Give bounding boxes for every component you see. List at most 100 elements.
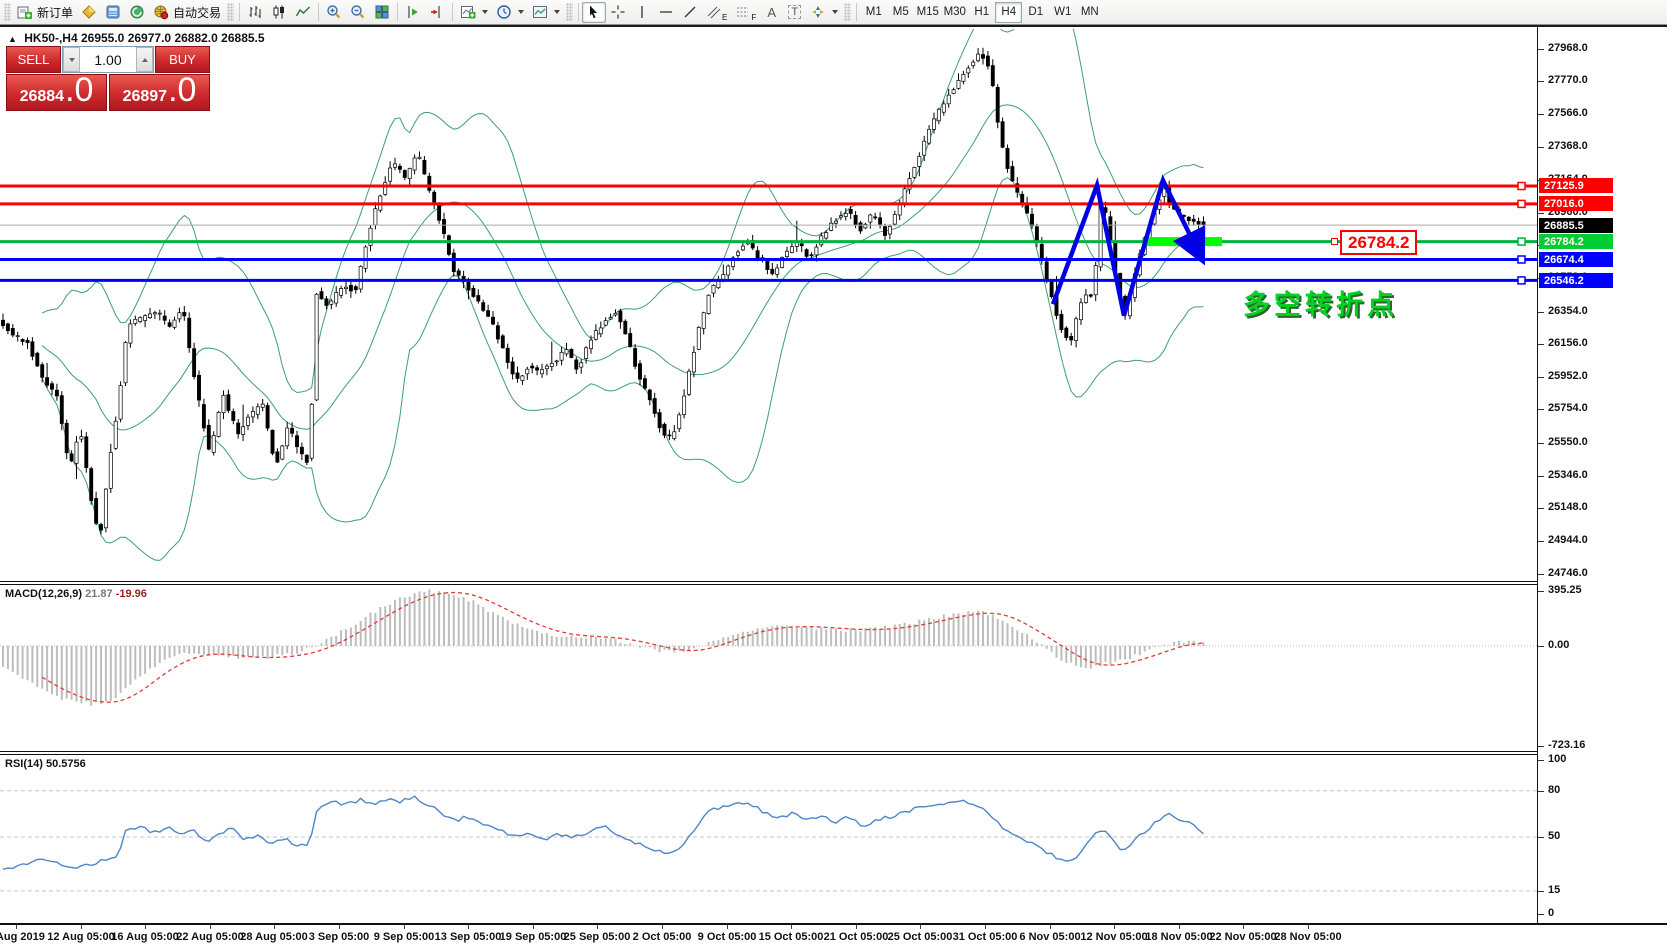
tab-w1[interactable]: W1 (1049, 2, 1076, 23)
price-axis-label: 25952.0 (1548, 370, 1588, 382)
price-axis-tick (1538, 312, 1544, 313)
ohlc-close: 26885.5 (221, 31, 265, 45)
price-axis-label: 25346.0 (1548, 469, 1588, 481)
tab-d1[interactable]: D1 (1022, 2, 1049, 23)
text-tool-button[interactable]: A (760, 2, 783, 23)
line-handle[interactable] (1517, 237, 1526, 246)
line-chart-button[interactable] (291, 2, 315, 23)
date-axis-label: 12 Aug 05:00 (47, 931, 115, 943)
date-axis[interactable]: 6 Aug 201912 Aug 05:0016 Aug 05:0022 Aug… (0, 925, 1667, 947)
price-axis-label: 27770.0 (1548, 74, 1588, 86)
bar-chart-button[interactable] (243, 2, 267, 23)
date-axis-tick (339, 925, 340, 929)
tab-h1[interactable]: H1 (968, 2, 995, 23)
clock-icon (496, 4, 512, 20)
zoom-out-button[interactable] (346, 2, 370, 23)
date-axis-tick (597, 925, 598, 929)
support-highlight-bar[interactable] (1145, 237, 1222, 247)
price-axis-tick (1538, 541, 1544, 542)
toolbar-separator (452, 3, 454, 21)
buy-price-button[interactable]: 26897.0 (109, 73, 210, 111)
price-axis-tick (1538, 574, 1544, 575)
rsi-canvas (0, 790, 1537, 892)
tab-m30[interactable]: M30 (941, 2, 968, 23)
line-handle[interactable] (1517, 181, 1526, 191)
tab-m5[interactable]: M5 (887, 2, 914, 23)
date-axis-tick (920, 925, 921, 929)
line-handle[interactable] (1517, 276, 1526, 285)
volume-down-button[interactable] (63, 47, 80, 72)
tile-windows-icon (374, 4, 390, 20)
volume-up-button[interactable] (136, 47, 153, 72)
price-callout-label[interactable]: 26784.2 (1340, 229, 1418, 255)
candlestick-chart-button[interactable] (267, 2, 291, 23)
sell-price-button[interactable]: 26884.0 (6, 73, 107, 111)
templates-dropdown[interactable] (528, 2, 564, 23)
horizontal-line-tool-button[interactable] (654, 2, 678, 23)
zoom-in-button[interactable] (322, 2, 346, 23)
channel-tool-button[interactable]: E (702, 2, 731, 23)
date-axis-tick (533, 925, 534, 929)
fibonacci-tool-button[interactable]: F (731, 2, 760, 23)
volume-value[interactable]: 1.00 (80, 47, 136, 72)
callout-anchor-handle[interactable] (1331, 238, 1338, 246)
navigator-icon (129, 4, 145, 20)
new-order-button[interactable]: 新订单 (13, 2, 77, 23)
line-handle[interactable] (1517, 255, 1526, 264)
sell-button[interactable]: SELL (6, 46, 61, 73)
crosshair-tool-button[interactable] (606, 2, 630, 23)
line-handle[interactable] (1517, 199, 1526, 209)
date-axis-tick (985, 925, 986, 929)
macd-pane[interactable]: MACD(12,26,9) 21.87 -19.96 (0, 585, 1537, 751)
chevron-down-icon (68, 57, 75, 62)
autotrading-button[interactable]: 自动交易 (149, 2, 225, 23)
autoscroll-button[interactable] (401, 2, 425, 23)
vertical-line-tool-button[interactable] (630, 2, 654, 23)
collapse-panel-icon[interactable]: ▲ (8, 34, 17, 44)
chart-shift-button[interactable] (425, 2, 449, 23)
arrows-icon (810, 4, 826, 20)
history-center-button[interactable] (77, 2, 101, 23)
indicators-dropdown[interactable] (456, 2, 492, 23)
navigator-button[interactable] (125, 2, 149, 23)
dropdown-caret-icon (518, 10, 525, 14)
periods-dropdown[interactable] (492, 2, 528, 23)
date-axis-label: 3 Sep 05:00 (308, 931, 370, 943)
rsi-pane[interactable]: RSI(14) 50.5756 (0, 755, 1537, 923)
macd-axis-tick (1538, 646, 1544, 647)
price-axis-tick (1538, 409, 1544, 410)
symbol-period: HK50-,H4 (24, 31, 78, 45)
rsi-axis-label: 15 (1548, 884, 1561, 896)
chinese-annotation[interactable]: 多空转折点 (1243, 283, 1398, 322)
date-axis-label: 6 Nov 05:00 (1019, 931, 1081, 943)
data-window-button[interactable] (101, 2, 125, 23)
price-axis-tick (1538, 508, 1544, 509)
price-axis-tick (1538, 147, 1544, 148)
cursor-icon (586, 4, 602, 20)
autotrading-icon (153, 4, 169, 20)
cursor-tool-button[interactable] (582, 1, 607, 23)
tile-windows-button[interactable] (370, 2, 394, 23)
one-click-trading-panel: SELL 1.00 BUY 26884.0 26897.0 (6, 46, 210, 111)
toolbar-separator (397, 3, 399, 21)
volume-spinner[interactable]: 1.00 (62, 46, 154, 73)
price-axis-tick (1538, 476, 1544, 477)
text-label-tool-button[interactable]: T (783, 2, 806, 23)
price-level-tag: 27016.0 (1539, 196, 1613, 211)
tab-mn[interactable]: MN (1076, 2, 1103, 23)
date-axis-label: 16 Aug 05:00 (111, 931, 179, 943)
price-axis-tick (1538, 213, 1544, 214)
date-axis-label: 21 Oct 05:00 (823, 931, 889, 943)
tab-m1[interactable]: M1 (860, 2, 887, 23)
candlestick-chart-icon (271, 4, 287, 20)
channel-glyph: E (722, 12, 728, 22)
rsi-axis-label: 50 (1548, 830, 1561, 842)
date-axis-tick (1308, 925, 1309, 929)
arrows-dropdown[interactable] (806, 2, 842, 23)
trendline-tool-button[interactable] (678, 2, 702, 23)
price-axis[interactable]: 27968.027770.027566.027368.027164.026960… (1537, 27, 1667, 923)
zigzag-arrow-annotation[interactable] (1050, 174, 1206, 317)
tab-m15[interactable]: M15 (914, 2, 941, 23)
tab-h4[interactable]: H4 (995, 1, 1023, 23)
buy-button[interactable]: BUY (155, 46, 210, 73)
